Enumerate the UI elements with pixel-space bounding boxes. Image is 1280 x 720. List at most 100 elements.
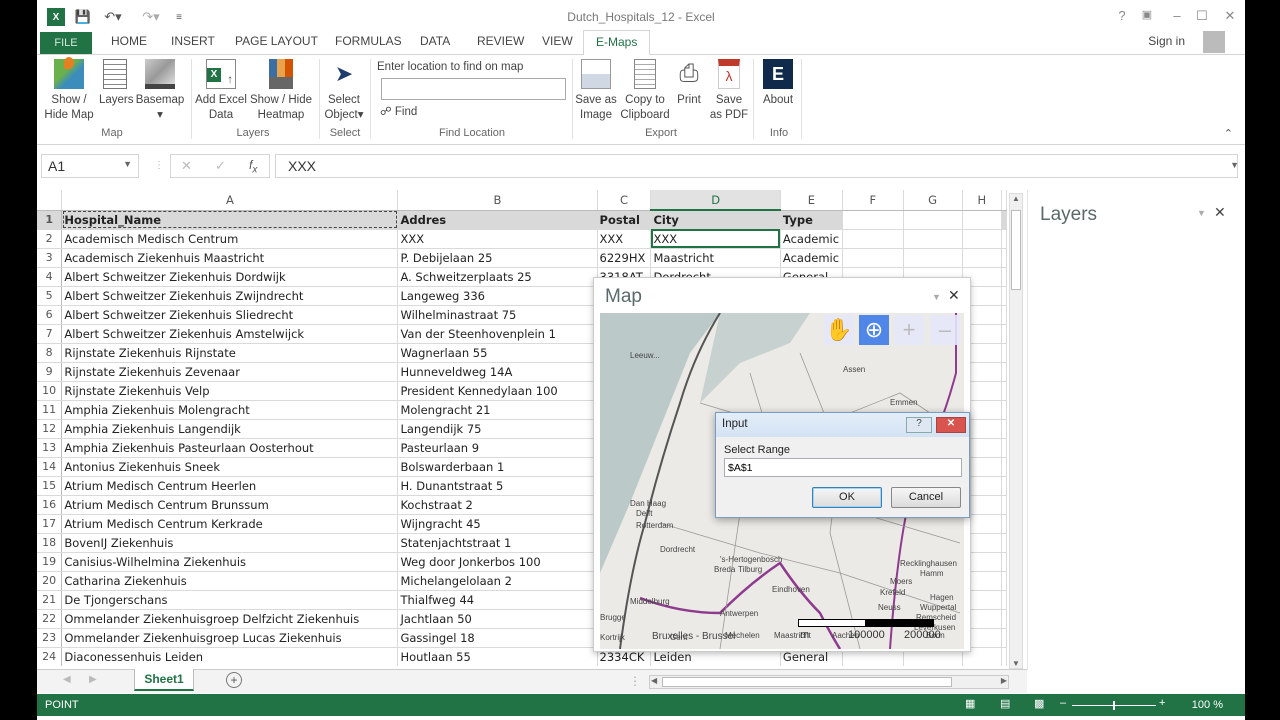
cell[interactable]: Pasteurlaan 9 <box>397 438 598 458</box>
cell[interactable]: Ommelander Ziekenhuisgroep Lucas Ziekenh… <box>61 628 399 648</box>
cell[interactable] <box>1001 438 1007 458</box>
prev-sheet-icon[interactable]: ◀ <box>63 674 71 685</box>
save-as-pdf-button[interactable]: λ Save as PDF <box>709 59 749 123</box>
cell[interactable] <box>1001 229 1007 249</box>
sheet-tab-sheet1[interactable]: Sheet1 <box>134 669 194 691</box>
row-header[interactable]: 5 <box>37 286 63 306</box>
row-header[interactable]: 12 <box>37 419 63 439</box>
cell[interactable] <box>1001 248 1007 268</box>
row-header[interactable]: 22 <box>37 609 63 629</box>
cell[interactable] <box>1001 419 1007 439</box>
print-button[interactable]: ⎙ Print <box>673 59 705 108</box>
tab-page-layout[interactable]: PAGE LAYOUT <box>235 34 318 48</box>
tab-insert[interactable]: INSERT <box>171 34 215 48</box>
avatar-icon[interactable] <box>1203 31 1225 53</box>
scroll-down-icon[interactable]: ▼ <box>1012 659 1020 668</box>
cell[interactable] <box>962 229 1003 249</box>
scroll-right-icon[interactable]: ▶ <box>1001 676 1007 685</box>
tab-home[interactable]: HOME <box>111 34 147 48</box>
row-header[interactable]: 1 <box>37 210 63 230</box>
cancel-entry-icon[interactable]: ✕ <box>181 158 192 174</box>
cell[interactable]: Van der Steenhovenplein 1 <box>397 324 598 344</box>
column-header[interactable]: E <box>780 190 843 211</box>
tab-e-maps[interactable]: E-Maps <box>583 30 651 56</box>
vertical-scroll-thumb[interactable] <box>1011 210 1021 290</box>
cell[interactable] <box>1001 267 1007 287</box>
tab-file[interactable]: FILE <box>40 32 92 54</box>
close-pane-icon[interactable]: ✕ <box>1214 204 1226 221</box>
cell[interactable]: Academic <box>780 248 843 268</box>
cell[interactable]: Langeweg 336 <box>397 286 598 306</box>
help-icon[interactable]: ? <box>906 417 932 433</box>
add-excel-data-button[interactable]: X ↑ Add Excel Data <box>195 59 247 123</box>
cell[interactable]: Albert Schweitzer Ziekenhuis Dordwijk <box>61 267 399 287</box>
cell[interactable]: Hunneveldweg 14A <box>397 362 598 382</box>
cell[interactable]: Rijnstate Ziekenhuis Zevenaar <box>61 362 399 382</box>
cell[interactable] <box>962 248 1003 268</box>
minimize-icon[interactable]: – <box>1167 8 1187 23</box>
row-header[interactable]: 6 <box>37 305 63 325</box>
cell[interactable]: H. Dunantstraat 5 <box>397 476 598 496</box>
zoom-in-tool-icon[interactable]: + <box>894 315 924 345</box>
expand-formula-bar-icon[interactable]: ▼ <box>1230 160 1239 170</box>
column-header[interactable]: D <box>650 190 781 211</box>
cell[interactable]: Academisch Medisch Centrum <box>61 229 399 249</box>
layers-button[interactable]: Layers <box>99 59 134 108</box>
cell[interactable] <box>842 210 904 230</box>
row-header[interactable]: 4 <box>37 267 63 287</box>
cell[interactable] <box>1001 609 1007 629</box>
row-header[interactable]: 3 <box>37 248 63 268</box>
select-range-input[interactable] <box>724 458 962 477</box>
horizontal-scrollbar[interactable]: ◀ ▶ <box>649 675 1009 689</box>
cell[interactable] <box>1001 210 1007 230</box>
cell[interactable]: Wijngracht 45 <box>397 514 598 534</box>
cell[interactable]: City <box>650 210 781 230</box>
tab-view[interactable]: VIEW <box>542 34 573 48</box>
scroll-left-icon[interactable]: ◀ <box>651 676 657 685</box>
cell[interactable]: Wagnerlaan 55 <box>397 343 598 363</box>
cell[interactable]: Type <box>780 210 843 230</box>
cell[interactable]: Albert Schweitzer Ziekenhuis Zwijndrecht <box>61 286 399 306</box>
horizontal-scroll-thumb[interactable] <box>662 677 952 687</box>
cell[interactable] <box>842 229 904 249</box>
show-hide-heatmap-button[interactable]: Show / Hide Heatmap <box>249 59 313 123</box>
next-sheet-icon[interactable]: ▶ <box>89 674 97 685</box>
add-sheet-icon[interactable]: + <box>226 672 242 688</box>
pane-options-icon[interactable]: ▼ <box>932 292 941 302</box>
row-header[interactable]: 10 <box>37 381 63 401</box>
row-header[interactable]: 19 <box>37 552 63 572</box>
cell[interactable] <box>1001 457 1007 477</box>
cancel-button[interactable]: Cancel <box>891 487 961 508</box>
cell[interactable]: Gassingel 18 <box>397 628 598 648</box>
cell[interactable] <box>903 229 963 249</box>
column-header[interactable]: C <box>597 190 652 211</box>
tab-data[interactable]: DATA <box>420 34 450 48</box>
chevron-down-icon[interactable]: ▼ <box>123 159 132 169</box>
column-header[interactable]: H <box>962 190 1003 211</box>
row-header[interactable]: 13 <box>37 438 63 458</box>
ribbon-display-options-icon[interactable]: ▣ <box>1137 8 1157 21</box>
find-button[interactable]: ☍ Find <box>380 104 417 118</box>
cell[interactable]: Amphia Ziekenhuis Molengracht <box>61 400 399 420</box>
cell[interactable] <box>842 248 904 268</box>
row-header[interactable]: 8 <box>37 343 63 363</box>
cell[interactable]: Thialfweg 44 <box>397 590 598 610</box>
cell[interactable] <box>1001 647 1007 666</box>
cell[interactable] <box>1001 628 1007 648</box>
cell[interactable]: De Tjongerschans <box>61 590 399 610</box>
cell[interactable]: Rijnstate Ziekenhuis Velp <box>61 381 399 401</box>
cell[interactable]: Michelangelolaan 2 <box>397 571 598 591</box>
cell[interactable]: Weg door Jonkerbos 100 <box>397 552 598 572</box>
tab-split-grip-icon[interactable]: ⋮ <box>629 674 641 688</box>
cell[interactable] <box>962 210 1003 230</box>
cell[interactable]: A. Schweitzerplaats 25 <box>397 267 598 287</box>
scroll-up-icon[interactable]: ▲ <box>1012 194 1020 203</box>
zoom-out-tool-icon[interactable]: – <box>930 315 960 345</box>
pan-tool-icon[interactable]: ✋ <box>824 315 854 345</box>
cell[interactable]: Ommelander Ziekenhuisgroep Delfzicht Zie… <box>61 609 399 629</box>
collapse-ribbon-icon[interactable]: ⌃ <box>1224 127 1233 140</box>
close-map-pane-icon[interactable]: ✕ <box>948 287 960 304</box>
cell[interactable]: Amphia Ziekenhuis Langendijk <box>61 419 399 439</box>
cell[interactable] <box>1001 286 1007 306</box>
cell[interactable]: Hospital_Name <box>61 210 399 230</box>
